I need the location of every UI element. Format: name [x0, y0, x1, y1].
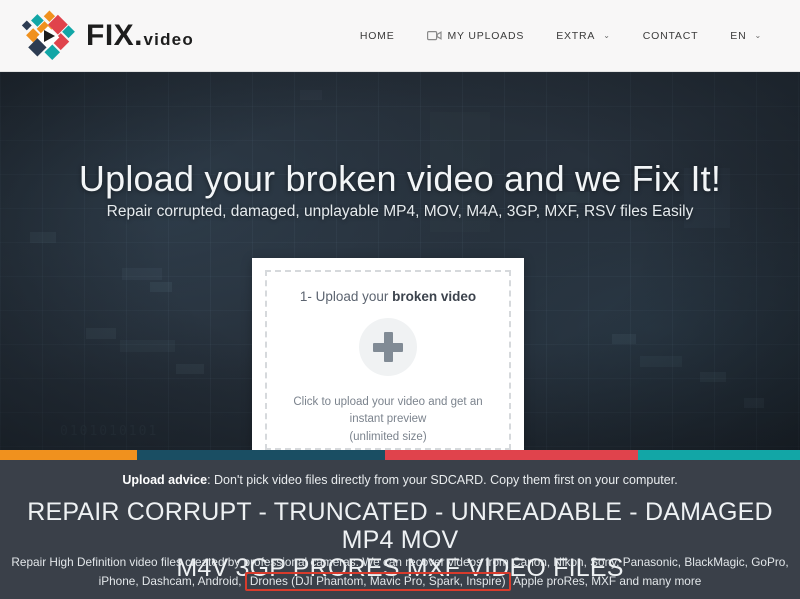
upload-advice: Upload advice: Don't pick video files di… [0, 473, 800, 487]
nav-item-home-label: HOME [359, 29, 395, 42]
site-header: FIX . video HOME MY UPLOADS EXTRA ⌄ CONT… [0, 0, 800, 72]
video-camera-icon [426, 30, 442, 41]
landing-page: FIX . video HOME MY UPLOADS EXTRA ⌄ CONT… [0, 0, 800, 599]
plus-icon [373, 332, 403, 362]
logo-wordmark: FIX . video [86, 18, 194, 52]
seo-headline-line1: REPAIR CORRUPT - TRUNCATED - UNREADABLE … [27, 498, 773, 554]
seo-paragraph-part2: Apple proRes, MXF and many more [510, 574, 702, 589]
logo-text-dot: . [134, 18, 143, 52]
nav-item-contact[interactable]: CONTACT [627, 24, 715, 48]
chevron-down-icon: ⌄ [754, 31, 762, 40]
logo-text-fix: FIX [86, 18, 135, 52]
upload-advice-text: : Don't pick video files directly from y… [207, 473, 678, 487]
nav-item-my-uploads[interactable]: MY UPLOADS [411, 24, 541, 48]
upload-dropzone[interactable]: 1- Upload your broken video Click to upl… [265, 270, 511, 450]
nav-item-extra[interactable]: EXTRA ⌄ [540, 24, 627, 48]
upload-hint: Click to upload your video and get an in… [267, 394, 509, 446]
hero-subtitle: Repair corrupted, damaged, unplayable MP… [106, 203, 694, 220]
upload-hint-line2: (unlimited size) [349, 430, 427, 443]
nav-item-language-label: EN [730, 29, 747, 42]
stripe-segment-red [385, 450, 638, 460]
hero-section: 0101010101 0101010101 0101010101 Upload … [0, 72, 800, 450]
chevron-down-icon: ⌄ [603, 31, 611, 40]
upload-step-strong: broken video [392, 289, 477, 304]
nav-item-contact-label: CONTACT [642, 29, 699, 42]
upload-hint-line1: Click to upload your video and get an in… [293, 396, 483, 426]
stripe-segment-teal [638, 450, 800, 460]
upload-card[interactable]: 1- Upload your broken video Click to upl… [252, 258, 524, 450]
stripe-segment-orange [0, 450, 137, 460]
upload-advice-label: Upload advice [122, 473, 208, 487]
nav-item-extra-label: EXTRA [556, 29, 596, 42]
nav-item-home[interactable]: HOME [344, 24, 411, 48]
main-navigation: HOME MY UPLOADS EXTRA ⌄ CONTACT EN ⌄ [344, 24, 778, 48]
upload-step-label: 1- Upload your broken video [300, 289, 476, 304]
stripe-segment-blue [137, 450, 385, 460]
seo-paragraph: Repair High Definition video files creat… [8, 553, 792, 591]
nav-item-language[interactable]: EN ⌄ [714, 24, 778, 48]
logo-text-video: video [143, 29, 194, 49]
bottom-section: Upload advice: Don't pick video files di… [0, 460, 800, 599]
logo-svg [21, 10, 75, 60]
nav-item-my-uploads-label: MY UPLOADS [447, 29, 525, 42]
video-camera-glyph [426, 31, 442, 41]
upload-step-prefix: 1- Upload your [299, 289, 393, 304]
upload-plus-button[interactable] [359, 318, 417, 376]
fix-video-mosaic-logo-icon [18, 8, 80, 64]
logo[interactable]: FIX . video [18, 8, 194, 64]
drones-highlight-box: Drones (DJI Phantom, Mavic Pro, Spark, I… [244, 572, 511, 591]
hero-title: Upload your broken video and we Fix It! [78, 158, 722, 199]
color-stripe [0, 450, 800, 460]
